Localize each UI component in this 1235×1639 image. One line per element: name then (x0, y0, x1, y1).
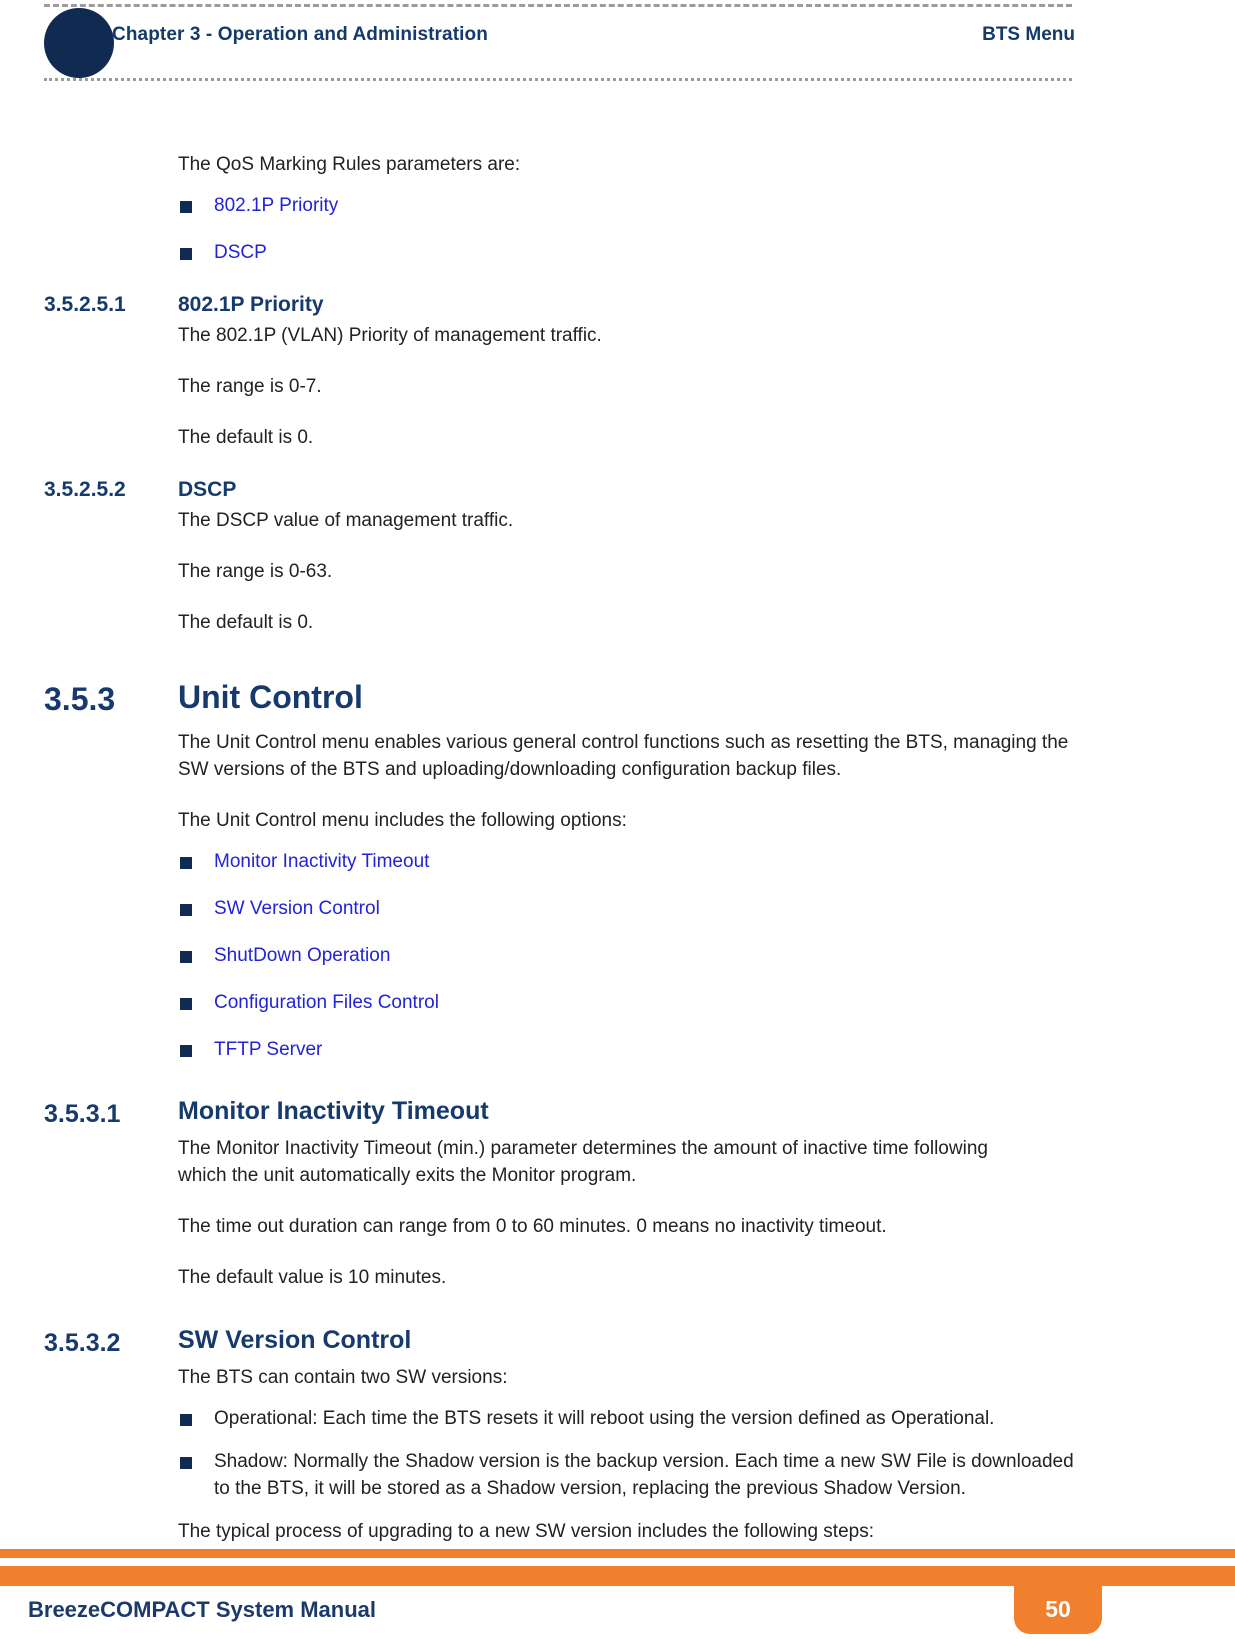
paragraph: The typical process of upgrading to a ne… (178, 1521, 874, 1543)
document-page: Chapter 3 - Operation and Administration… (0, 0, 1235, 1639)
section-heading-monitor-inactivity-timeout: 3.5.3.1 Monitor Inactivity Timeout (0, 1097, 1235, 1129)
paragraph: The 802.1P (VLAN) Priority of management… (178, 324, 602, 346)
list-item[interactable]: 802.1P Priority (0, 193, 1090, 220)
page-footer: BreezeCOMPACT System Manual 50 (0, 1549, 1235, 1639)
chapter-badge-circle-icon (44, 8, 114, 78)
list-item: Operational: Each time the BTS resets it… (0, 1406, 1090, 1433)
section-title: 802.1P Priority (178, 292, 324, 316)
section-heading-sw-version-control: 3.5.3.2 SW Version Control (0, 1326, 1235, 1358)
paragraph: The default value is 10 minutes. (178, 1267, 447, 1289)
paragraph: The Monitor Inactivity Timeout (min.) pa… (178, 1138, 988, 1187)
bullet-square-icon (180, 856, 192, 869)
list-item-label: SW Version Control (214, 897, 380, 919)
bullet-square-icon (180, 1044, 192, 1057)
header-top-divider (44, 4, 1072, 7)
list-item[interactable]: DSCP (0, 240, 1090, 267)
list-item: Shadow: Normally the Shadow version is t… (0, 1449, 1090, 1503)
page-number: 50 (1045, 1596, 1071, 1622)
sw-version-list: Operational: Each time the BTS resets it… (0, 1406, 1235, 1503)
section-title: Monitor Inactivity Timeout (178, 1097, 489, 1126)
page-number-tab: 50 (1014, 1566, 1102, 1634)
list-item[interactable]: Configuration Files Control (0, 990, 1090, 1017)
paragraph: The range is 0-63. (178, 560, 333, 582)
paragraph: The Unit Control menu includes the follo… (178, 809, 627, 831)
bullet-square-icon (180, 1457, 192, 1470)
list-item[interactable]: TFTP Server (0, 1037, 1090, 1064)
list-item[interactable]: ShutDown Operation (0, 943, 1090, 970)
bullet-square-icon (180, 200, 192, 213)
section-title: SW Version Control (178, 1326, 412, 1355)
paragraph: The time out duration can range from 0 t… (178, 1216, 887, 1238)
section-number: 3.5.2.5.2 (44, 477, 126, 501)
section-number: 3.5.3.2 (44, 1329, 121, 1358)
list-item[interactable]: Monitor Inactivity Timeout (0, 849, 1090, 876)
paragraph: The default is 0. (178, 611, 314, 633)
paragraph: The BTS can contain two SW versions: (178, 1367, 508, 1389)
bullet-square-icon (180, 903, 192, 916)
bullet-square-icon (180, 950, 192, 963)
unit-control-option-list: Monitor Inactivity Timeout SW Version Co… (0, 849, 1235, 1064)
section-heading-802-1p-priority: 3.5.2.5.1 802.1P Priority (0, 293, 1235, 317)
list-item[interactable]: SW Version Control (0, 896, 1090, 923)
list-item-label: Operational: Each time the BTS resets it… (214, 1408, 995, 1430)
section-heading-unit-control: 3.5.3 Unit Control (0, 678, 1235, 717)
bullet-square-icon (180, 247, 192, 260)
list-item-label: DSCP (214, 241, 267, 263)
bullet-square-icon (180, 1414, 192, 1427)
list-item-label: ShutDown Operation (214, 944, 391, 966)
qos-intro-paragraph: The QoS Marking Rules parameters are: (178, 154, 521, 175)
list-item-label: 802.1P Priority (214, 194, 339, 216)
paragraph: The range is 0-7. (178, 375, 322, 397)
list-item-label: Shadow: Normally the Shadow version is t… (214, 1451, 1074, 1500)
footer-divider-thin (0, 1549, 1235, 1558)
section-number: 3.5.3 (44, 680, 116, 717)
paragraph: The Unit Control menu enables various ge… (178, 731, 1069, 780)
list-item-label: Monitor Inactivity Timeout (214, 850, 430, 872)
section-title: DSCP (178, 477, 237, 501)
list-item-label: TFTP Server (214, 1038, 323, 1060)
paragraph: The default is 0. (178, 426, 314, 448)
bullet-square-icon (180, 997, 192, 1010)
header-bottom-divider (44, 78, 1072, 81)
header-chapter-title: Chapter 3 - Operation and Administration (112, 24, 488, 45)
section-number: 3.5.3.1 (44, 1100, 121, 1129)
section-number: 3.5.2.5.1 (44, 292, 126, 316)
qos-parameter-list: 802.1P Priority DSCP (0, 193, 1235, 267)
page-content: The QoS Marking Rules parameters are: 80… (0, 92, 1235, 1546)
page-header: Chapter 3 - Operation and Administration… (0, 0, 1235, 92)
footer-manual-title: BreezeCOMPACT System Manual (28, 1597, 377, 1622)
section-heading-dscp: 3.5.2.5.2 DSCP (0, 478, 1235, 502)
section-title: Unit Control (178, 678, 363, 715)
list-item-label: Configuration Files Control (214, 991, 439, 1013)
paragraph: The DSCP value of management traffic. (178, 509, 514, 531)
header-topic-title: BTS Menu (982, 24, 1075, 45)
